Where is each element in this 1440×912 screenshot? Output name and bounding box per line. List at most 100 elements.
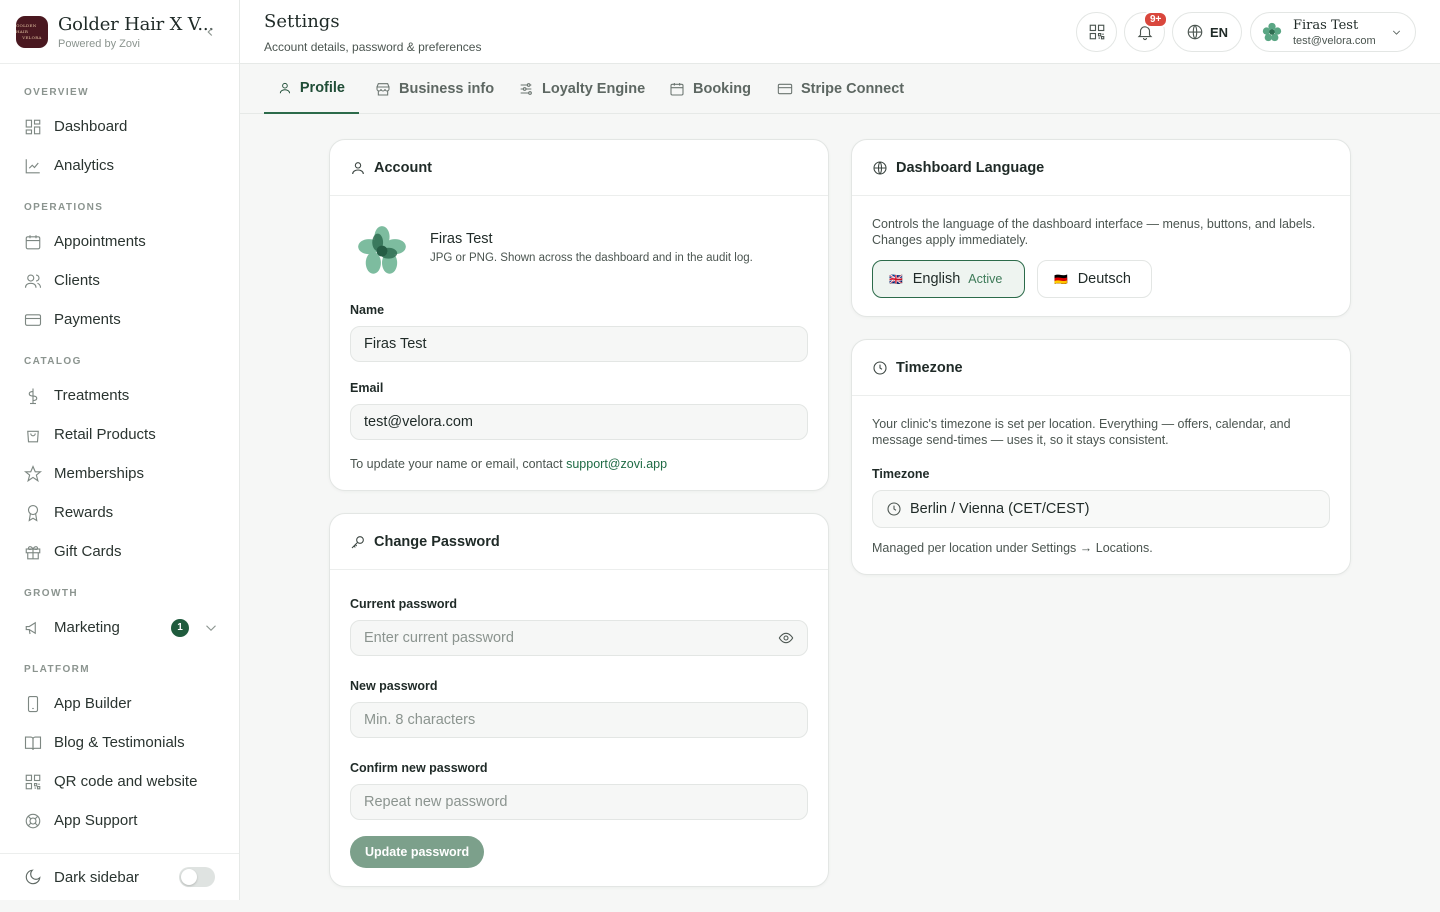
- sidebar-item-blog[interactable]: Blog & Testimonials: [0, 723, 239, 762]
- sidebar-item-clients[interactable]: Clients: [0, 261, 239, 300]
- page-title: Settings: [264, 11, 340, 32]
- account-update-note: To update your name or email, contact su…: [350, 457, 668, 471]
- clock-icon: [887, 502, 901, 516]
- award-icon: [27, 504, 39, 522]
- account-display-name: Firas Test: [430, 231, 493, 247]
- key-icon: [351, 535, 364, 548]
- language-description: Controls the language of the dashboard i…: [872, 217, 1316, 247]
- moon-icon: [25, 869, 41, 885]
- credit-card-icon: [24, 313, 42, 326]
- sidebar-item-dashboard[interactable]: Dashboard: [0, 107, 239, 146]
- qr-code-icon: [1089, 24, 1104, 40]
- sidebar-item-treatments[interactable]: Treatments: [0, 376, 239, 415]
- timezone-card-header: Timezone: [852, 340, 1350, 396]
- avatar-hint: JPG or PNG. Shown across the dashboard a…: [430, 252, 753, 264]
- timezone-label: Timezone: [872, 467, 930, 481]
- language-card-header: Dashboard Language: [852, 140, 1350, 196]
- settings-tabs: Profile Business info Loyalty Engine Boo…: [240, 64, 1440, 114]
- store-icon: [376, 83, 390, 96]
- sidebar-item-gift-cards[interactable]: Gift Cards: [0, 532, 239, 571]
- change-password-header: Change Password: [330, 514, 828, 570]
- current-password-input[interactable]: Enter current password: [350, 620, 808, 656]
- collapse-sidebar-icon[interactable]: [203, 25, 217, 39]
- brand[interactable]: GOLDEN HAIR VELORA Golder Hair X V... Po…: [0, 0, 239, 64]
- sidebar-item-qr[interactable]: QR code and website: [0, 762, 239, 801]
- qr-code-icon: [25, 774, 41, 789]
- account-card: Account Firas Test JPG or PNG. Shown acr…: [329, 139, 829, 491]
- confirm-password-input[interactable]: Repeat new password: [350, 784, 808, 820]
- chevron-down-icon[interactable]: [202, 619, 220, 637]
- new-password-label: New password: [350, 679, 438, 693]
- email-label: Email: [350, 381, 384, 395]
- megaphone-icon: [25, 621, 36, 634]
- section-platform: PLATFORM: [24, 664, 91, 675]
- confirm-password-label: Confirm new password: [350, 761, 488, 775]
- life-buoy-icon: [25, 813, 41, 828]
- user-icon: [279, 82, 291, 94]
- sidebar-item-analytics[interactable]: Analytics: [0, 146, 239, 185]
- star-icon: [24, 464, 42, 482]
- new-password-input[interactable]: Min. 8 characters: [350, 702, 808, 738]
- tab-business-info[interactable]: Business info: [361, 64, 508, 114]
- users-icon: [24, 273, 42, 288]
- eye-icon[interactable]: [778, 630, 794, 646]
- credit-card-icon: [777, 83, 793, 95]
- notifications-button[interactable]: 9+: [1124, 11, 1169, 52]
- dark-sidebar-toggle[interactable]: [179, 867, 215, 887]
- timezone-description: Your clinic's timezone is set per locati…: [872, 417, 1291, 447]
- sidebar-item-rewards[interactable]: Rewards: [0, 493, 239, 532]
- calendar-icon: [670, 83, 684, 96]
- tab-profile[interactable]: Profile: [264, 64, 359, 114]
- dashboard-icon: [25, 119, 41, 134]
- language-option-english[interactable]: 🇬🇧 English Active: [872, 260, 1025, 298]
- section-growth: GROWTH: [24, 588, 78, 599]
- timezone-field: Berlin / Vienna (CET/CEST): [872, 490, 1330, 528]
- language-option-deutsch[interactable]: 🇩🇪 Deutsch: [1037, 260, 1152, 298]
- brand-name: Golder Hair X V...: [58, 13, 214, 35]
- current-password-label: Current password: [350, 597, 457, 611]
- page-subtitle: Account details, password & preferences: [264, 40, 482, 54]
- sidebar-item-memberships[interactable]: Memberships: [0, 454, 239, 493]
- top-header: Settings Account details, password & pre…: [240, 0, 1440, 64]
- email-field[interactable]: test@velora.com: [350, 404, 808, 440]
- tab-stripe-connect[interactable]: Stripe Connect: [763, 64, 918, 114]
- sidebar-item-marketing[interactable]: Marketing 1: [0, 608, 239, 647]
- avatar[interactable]: [356, 225, 408, 277]
- chart-line-icon: [25, 158, 40, 173]
- calendar-icon: [25, 234, 41, 249]
- account-card-header: Account: [330, 140, 828, 196]
- globe-icon: [873, 160, 887, 175]
- name-field[interactable]: Firas Test: [350, 326, 808, 362]
- sidebar-item-app-builder[interactable]: App Builder: [0, 684, 239, 723]
- dark-sidebar-row: Dark sidebar: [0, 853, 239, 900]
- notification-badge: 9+: [1143, 11, 1169, 28]
- name-label: Name: [350, 303, 385, 317]
- gift-icon: [25, 545, 41, 559]
- language-button[interactable]: EN: [1172, 12, 1242, 52]
- user-icon: [352, 161, 364, 174]
- sidebar-item-retail-products[interactable]: Retail Products: [0, 415, 239, 454]
- dark-sidebar-label: Dark sidebar: [54, 868, 140, 886]
- sidebar-item-payments[interactable]: Payments: [0, 300, 239, 339]
- section-operations: OPERATIONS: [24, 202, 104, 213]
- language-code: EN: [1209, 24, 1229, 40]
- timezone-card: Timezone Your clinic's timezone is set p…: [851, 339, 1351, 575]
- sidebar-nav: OVERVIEW Dashboard Analytics OPERATIONS …: [0, 64, 239, 840]
- brand-subtitle: Powered by Zovi: [58, 37, 140, 50]
- timezone-note: Managed per location under Settings → Lo…: [872, 541, 1153, 555]
- change-password-card: Change Password Current password Enter c…: [329, 513, 829, 887]
- sidebar-item-appointments[interactable]: Appointments: [0, 222, 239, 261]
- sidebar: GOLDEN HAIR VELORA Golder Hair X V... Po…: [0, 0, 240, 900]
- sidebar-item-support[interactable]: App Support: [0, 801, 239, 840]
- avatar-icon: [1262, 22, 1282, 42]
- qr-button[interactable]: [1076, 12, 1117, 52]
- book-open-icon: [24, 735, 42, 750]
- user-menu-button[interactable]: Firas Test test@velora.com: [1250, 12, 1416, 52]
- globe-icon: [1187, 24, 1203, 40]
- germany-flag-icon: 🇩🇪: [1054, 273, 1068, 286]
- update-password-button[interactable]: Update password: [350, 836, 485, 868]
- support-email-link[interactable]: support@zovi.app: [566, 457, 667, 471]
- shopping-bag-icon: [27, 430, 39, 442]
- tab-loyalty-engine[interactable]: Loyalty Engine: [504, 64, 659, 114]
- tab-booking[interactable]: Booking: [655, 64, 765, 114]
